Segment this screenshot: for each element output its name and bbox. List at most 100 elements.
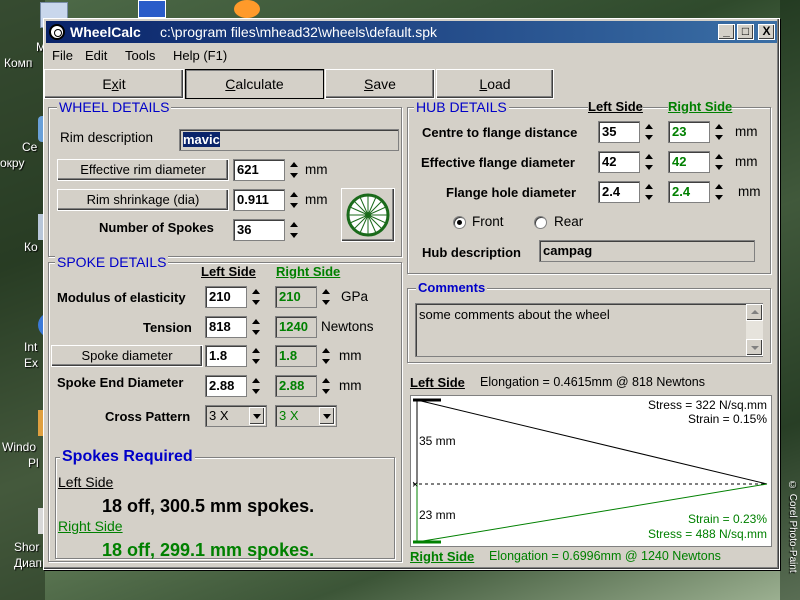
left-strain-text: Strain = 0.15%	[687, 412, 767, 426]
modulus-right-spinner[interactable]	[319, 286, 334, 308]
minimize-button[interactable]: _	[718, 24, 735, 40]
modulus-right-field[interactable]: 210	[275, 286, 317, 308]
spokes-count-label: Number of Spokes	[99, 220, 214, 235]
cross-right-select[interactable]: 3 X	[275, 405, 337, 427]
rim-shrinkage-field[interactable]: 0.911	[233, 189, 285, 211]
close-button[interactable]: X	[758, 24, 775, 40]
centre-unit: mm	[735, 124, 758, 139]
effective-rim-diameter-field[interactable]: 621	[233, 159, 285, 181]
chevron-down-icon[interactable]	[319, 407, 335, 425]
end-left-spinner[interactable]	[249, 375, 264, 397]
graph-right-elongation: Elongation = 0.6996mm @ 1240 Newtons	[489, 549, 721, 563]
diameter-left-spinner[interactable]	[249, 345, 264, 367]
centre-right-spinner[interactable]	[712, 121, 727, 143]
tension-unit: Newtons	[321, 319, 374, 334]
hole-right-spinner[interactable]	[712, 181, 727, 203]
erd-spinner[interactable]	[287, 159, 302, 181]
spokes-count-field[interactable]: 36	[233, 219, 285, 241]
tension-right-field[interactable]: 1240	[275, 316, 317, 338]
comments-textarea[interactable]: some comments about the wheel	[415, 303, 763, 357]
hole-right-field[interactable]: 2.4	[668, 181, 710, 203]
desktop-grid-icon[interactable]	[138, 0, 166, 18]
front-radio[interactable]	[453, 216, 466, 229]
desktop-label: Комп	[4, 56, 33, 70]
spokes-required-title: Spokes Required	[60, 448, 195, 466]
right-offset-text: 23 mm	[419, 508, 456, 522]
modulus-left-field[interactable]: 210	[205, 286, 247, 308]
diameter-right-field[interactable]: 1.8	[275, 345, 317, 367]
flange-hole-label: Flange hole diameter	[446, 185, 577, 200]
diameter-left-field[interactable]: 1.8	[205, 345, 247, 367]
desktop-label: Диап	[14, 556, 43, 570]
rear-radio[interactable]	[534, 216, 547, 229]
hole-left-spinner[interactable]	[642, 181, 657, 203]
required-left-side: Left Side	[58, 474, 114, 490]
hole-left-field[interactable]: 2.4	[598, 181, 640, 203]
hub-description-field[interactable]: campag	[539, 240, 755, 262]
desktop-label: окру	[0, 156, 25, 170]
cross-left-select[interactable]: 3 X	[205, 405, 267, 427]
spoke-details-title: SPOKE DETAILS	[55, 254, 169, 270]
rim-shrinkage-button[interactable]: Rim shrinkage (dia)	[57, 189, 229, 211]
wheel-app-icon[interactable]	[49, 24, 65, 40]
flange-right-spinner[interactable]	[712, 151, 727, 173]
load-button[interactable]: Load	[436, 69, 554, 99]
comments-scrollbar[interactable]	[746, 304, 763, 356]
tension-left-spinner[interactable]	[249, 316, 264, 338]
spoke-stress-graph: × Stress = 322 N/sq.mm Strain = 0.15% 35…	[410, 395, 772, 547]
shrinkage-spinner[interactable]	[287, 189, 302, 211]
rear-label: Rear	[554, 214, 584, 229]
centre-left-field[interactable]: 35	[598, 121, 640, 143]
wheel-icon	[346, 193, 390, 237]
effective-rim-diameter-button[interactable]: Effective rim diameter	[57, 159, 229, 181]
tension-left-field[interactable]: 818	[205, 316, 247, 338]
flange-right-field[interactable]: 42	[668, 151, 710, 173]
modulus-left-spinner[interactable]	[249, 286, 264, 308]
spokes-required-group: Spokes Required Left Side 18 off, 300.5 …	[55, 448, 395, 560]
desktop-label: Shor	[14, 540, 40, 554]
scroll-down-icon[interactable]	[746, 339, 763, 356]
wheel-details-title: WHEEL DETAILS	[57, 99, 172, 115]
title-bar[interactable]: WheelCalc c:\program files\mhead32\wheel…	[46, 21, 777, 43]
desktop-media-icon[interactable]	[234, 0, 260, 18]
maximize-button[interactable]: □	[737, 24, 754, 40]
menu-edit[interactable]: Edit	[85, 48, 107, 63]
menu-tools[interactable]: Tools	[125, 48, 155, 63]
calculate-button[interactable]: Calculate	[185, 69, 324, 99]
menu-bar: File Edit Tools Help (F1)	[46, 45, 777, 65]
save-button[interactable]: Save	[325, 69, 435, 99]
required-right-side: Right Side	[58, 518, 123, 534]
rim-description-label: Rim description	[60, 130, 154, 145]
required-right-result: 18 off, 299.1 mm spokes.	[102, 540, 315, 560]
menu-file[interactable]: File	[52, 48, 73, 63]
wheel-image-button[interactable]	[341, 188, 395, 242]
end-left-field[interactable]: 2.88	[205, 375, 247, 397]
comments-title: Comments	[416, 280, 488, 295]
spoke-diameter-button[interactable]: Spoke diameter	[51, 345, 203, 367]
hub-description-label: Hub description	[422, 245, 521, 260]
tension-label: Tension	[143, 320, 192, 335]
right-strain-text: Strain = 0.23%	[687, 512, 767, 526]
right-stress-text: Stress = 488 N/sq.mm	[647, 527, 767, 541]
window-file-path: c:\program files\mhead32\wheels\default.…	[160, 24, 438, 40]
menu-help[interactable]: Help (F1)	[173, 48, 227, 63]
rim-description-field[interactable]: mavic	[179, 129, 399, 151]
chevron-down-icon[interactable]	[249, 407, 265, 425]
end-right-spinner[interactable]	[319, 375, 334, 397]
centre-right-field[interactable]: 23	[668, 121, 710, 143]
flange-left-field[interactable]: 42	[598, 151, 640, 173]
exit-button[interactable]: Exit	[44, 69, 184, 99]
spokes-spinner[interactable]	[287, 219, 302, 241]
flange-unit: mm	[735, 154, 758, 169]
centre-left-spinner[interactable]	[642, 121, 657, 143]
diameter-unit: mm	[339, 348, 362, 363]
scroll-up-icon[interactable]	[746, 304, 763, 321]
required-left-result: 18 off, 300.5 mm spokes.	[102, 496, 315, 516]
graph-right-side: Right Side	[410, 549, 475, 564]
flange-left-spinner[interactable]	[642, 151, 657, 173]
erd-unit: mm	[305, 162, 328, 177]
left-stress-text: Stress = 322 N/sq.mm	[647, 398, 767, 412]
diameter-right-spinner[interactable]	[319, 345, 334, 367]
svg-text:×: ×	[412, 479, 418, 491]
end-right-field[interactable]: 2.88	[275, 375, 317, 397]
